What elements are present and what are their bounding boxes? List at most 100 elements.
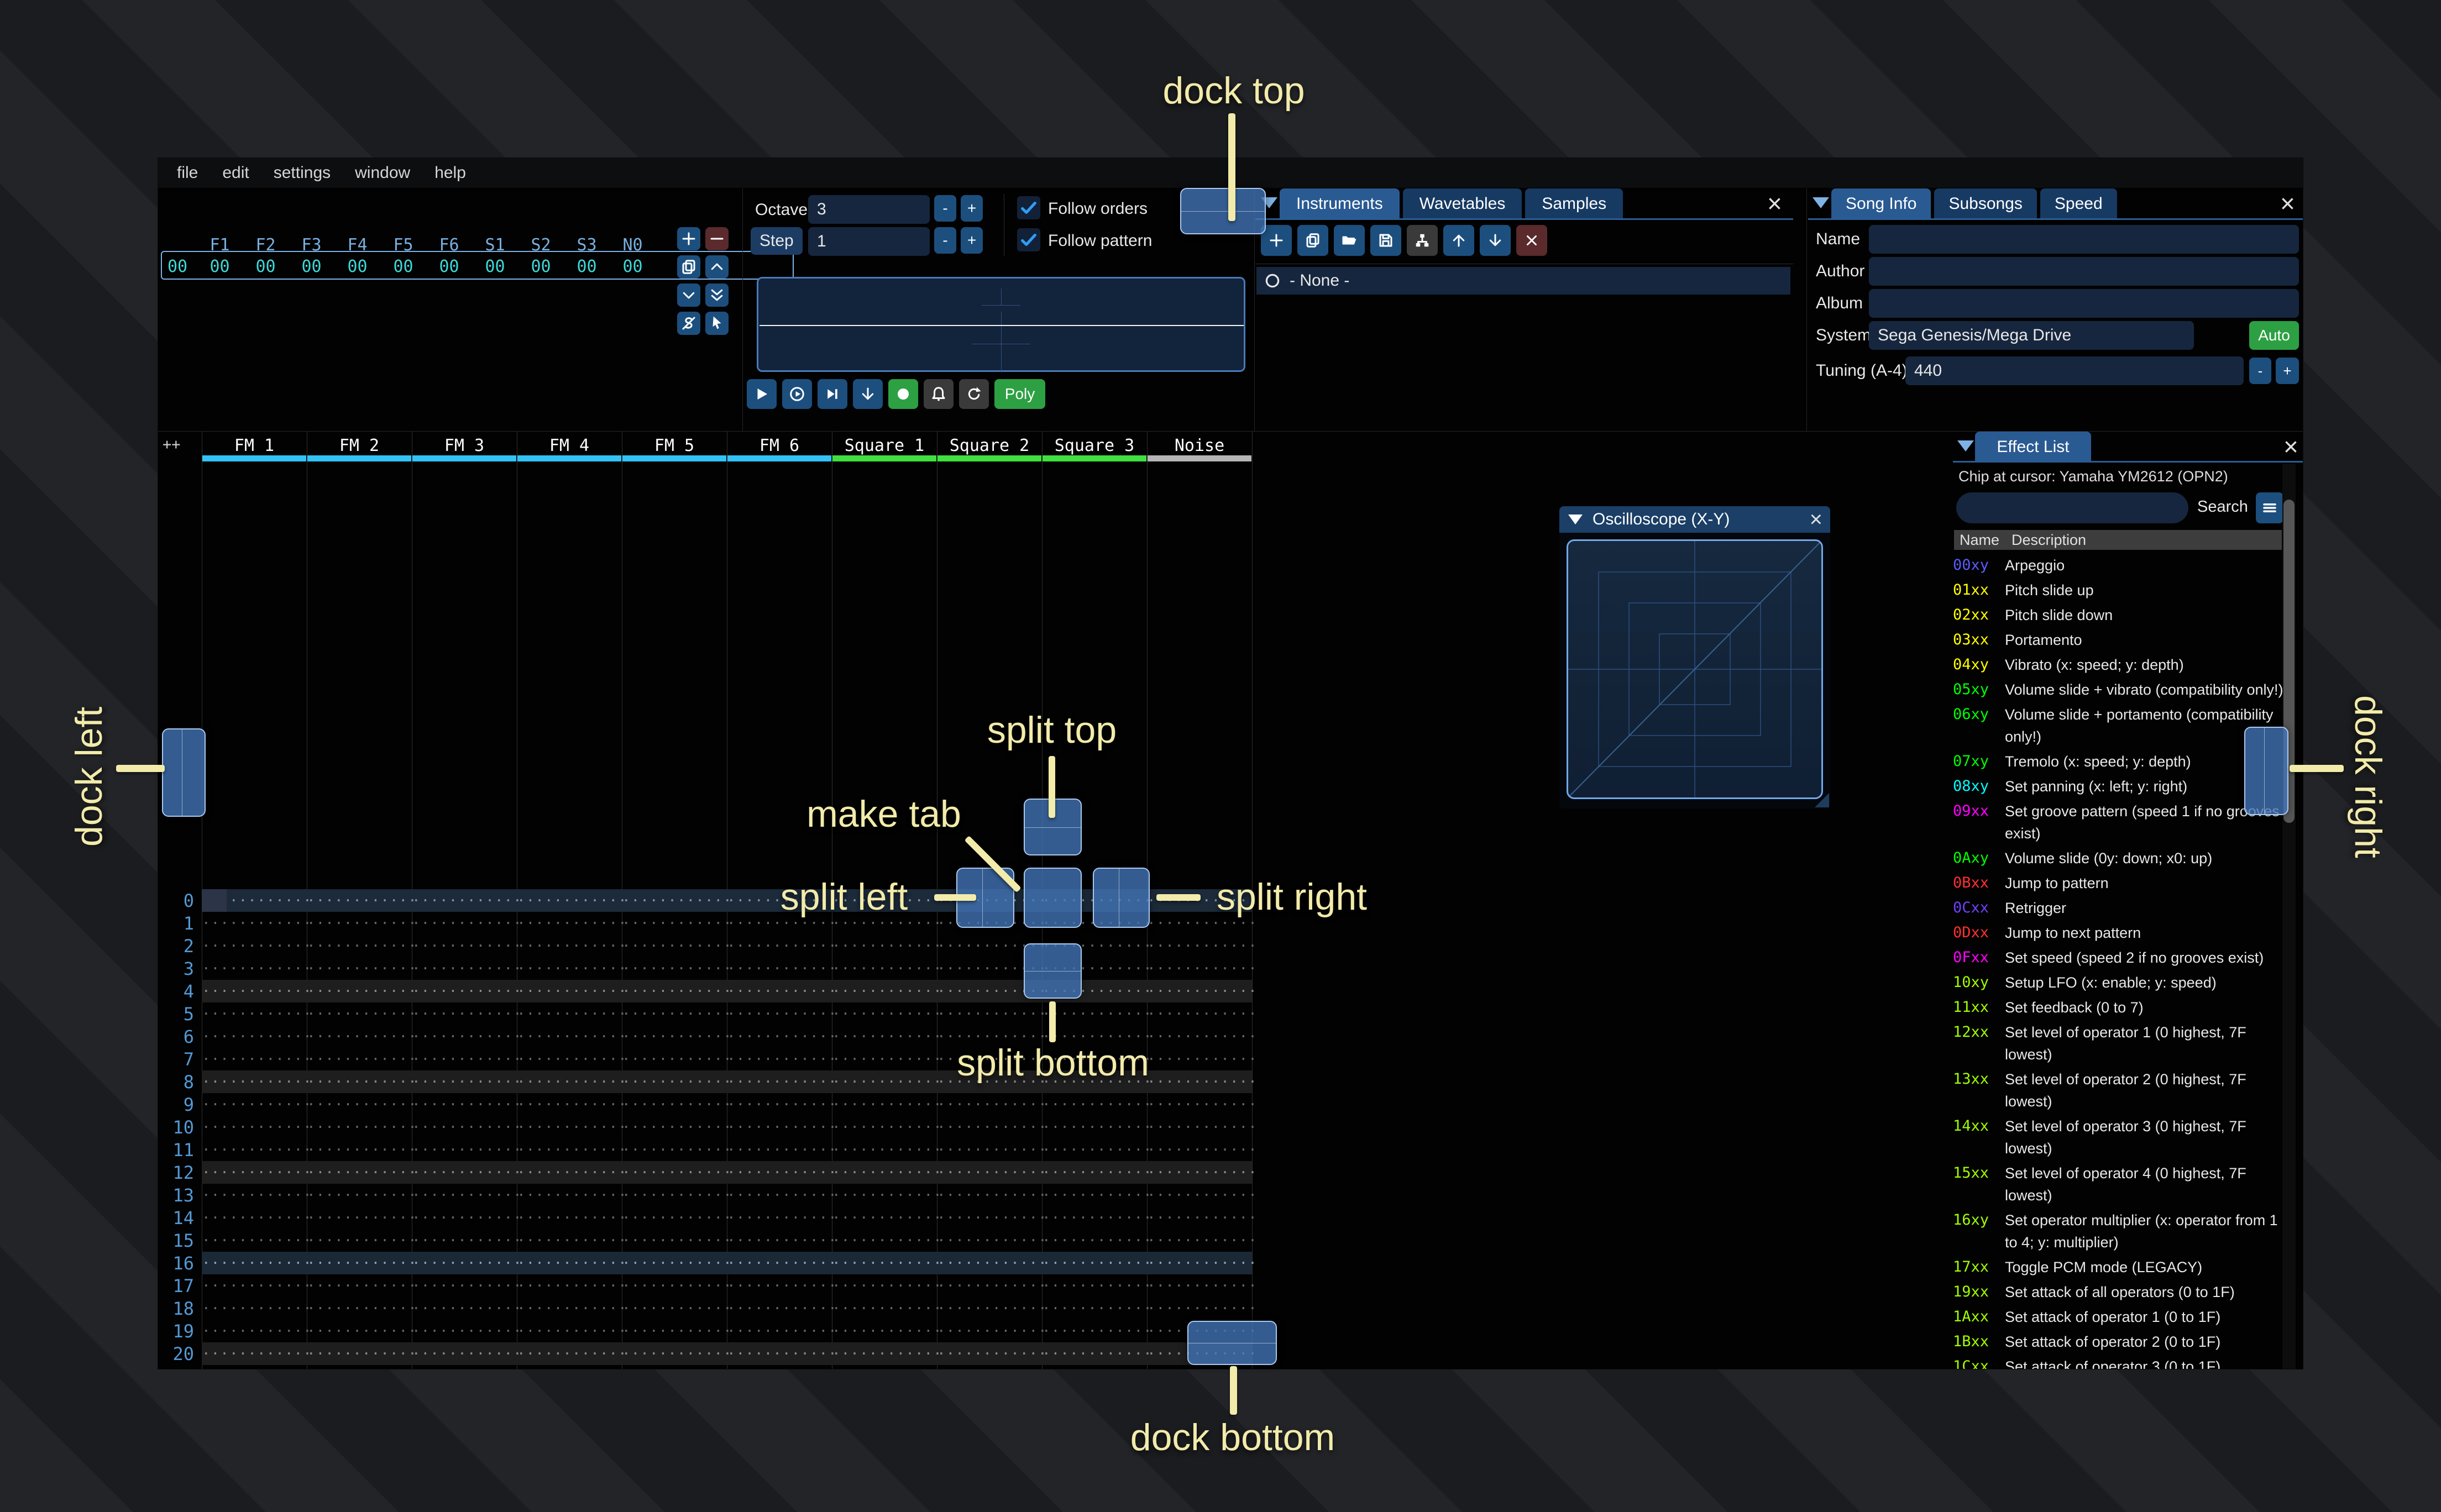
- octave-decrement-button[interactable]: -: [934, 195, 956, 222]
- effect-row-16xy[interactable]: 16xy Set operator multiplier (x: operator…: [1953, 1209, 2285, 1253]
- channel-header-fm-2[interactable]: FM 2: [307, 436, 412, 455]
- poly-button[interactable]: Poly: [994, 379, 1045, 409]
- pattern-row-3[interactable]: 3 ············ ············ ············ ···…: [158, 957, 1257, 980]
- pattern-row-1[interactable]: 1 ············ ············ ············ ···…: [158, 912, 1257, 935]
- bell-button[interactable]: [924, 379, 954, 409]
- oscilloscope-close-icon[interactable]: ×: [1810, 508, 1822, 531]
- tab-song-info[interactable]: Song Info: [1831, 188, 1931, 219]
- pattern-row-20[interactable]: 20 ············ ············ ············ ··…: [158, 1342, 1257, 1365]
- pattern-row-4[interactable]: 4 ············ ············ ············ ···…: [158, 980, 1257, 1002]
- chevron-down-icon[interactable]: [1568, 514, 1583, 524]
- effect-row-05xy[interactable]: 05xy Volume slide + vibrato (compatibilit…: [1953, 679, 2285, 701]
- menu-edit[interactable]: edit: [210, 164, 261, 182]
- tab-speed[interactable]: Speed: [2040, 188, 2117, 219]
- effect-row-19xx[interactable]: 19xx Set attack of all operators (0 to 1F…: [1953, 1281, 2285, 1303]
- channel-header-noise[interactable]: Noise: [1147, 436, 1252, 455]
- effect-table-header[interactable]: Name Description: [1954, 530, 2282, 550]
- menu-window[interactable]: window: [343, 164, 422, 182]
- instrument-list-item[interactable]: - None -: [1256, 267, 1790, 295]
- make-tab-target[interactable]: [1024, 868, 1082, 928]
- pattern-row-15[interactable]: 15 ············ ············ ············ ··…: [158, 1229, 1256, 1252]
- instruments-close-icon[interactable]: ×: [1767, 191, 1782, 216]
- channel-header-fm-1[interactable]: FM 1: [202, 436, 307, 455]
- chevron-up-button[interactable]: [705, 255, 729, 279]
- folder-open-button[interactable]: [1334, 225, 1365, 256]
- step-forward-button[interactable]: [818, 379, 847, 409]
- channel-header-fm-5[interactable]: FM 5: [622, 436, 727, 455]
- input-system[interactable]: Sega Genesis/Mega Drive: [1869, 321, 2194, 350]
- sitemap-button[interactable]: [1407, 225, 1438, 256]
- tab-effect-list[interactable]: Effect List: [1975, 432, 2091, 463]
- link-break-button[interactable]: [677, 312, 700, 335]
- repeat-button[interactable]: [959, 379, 989, 409]
- effect-row-06xy[interactable]: 06xy Volume slide + portamento (compatibi…: [1953, 704, 2285, 748]
- pattern-row-0[interactable]: 0 ············ ············ ············ ···…: [158, 889, 1257, 912]
- split-right-target[interactable]: [1093, 868, 1150, 928]
- tab-wavetables[interactable]: Wavetables: [1402, 188, 1522, 219]
- auto-system-button[interactable]: Auto: [2249, 321, 2299, 350]
- arrow-down-button[interactable]: [1480, 225, 1511, 256]
- pattern-row-18[interactable]: 18 ············ ············ ············ ··…: [158, 1297, 1256, 1320]
- input-album[interactable]: [1869, 289, 2299, 318]
- pattern-row-13[interactable]: 13 ············ ············ ············ ··…: [158, 1184, 1256, 1206]
- orders-value-1[interactable]: 00: [243, 257, 289, 276]
- effect-row-14xx[interactable]: 14xx Set level of operator 3 (0 highest, …: [1953, 1115, 2285, 1159]
- pattern-row-21[interactable]: 21······································…: [158, 1365, 1256, 1369]
- pattern-row-12[interactable]: 12 ············ ············ ············ ··…: [158, 1161, 1257, 1184]
- effect-row-15xx[interactable]: 15xx Set level of operator 4 (0 highest, …: [1953, 1162, 2285, 1206]
- step-increment-button[interactable]: +: [961, 227, 983, 254]
- copy-button[interactable]: [677, 255, 700, 279]
- effect-row-13xx[interactable]: 13xx Set level of operator 2 (0 highest, …: [1953, 1068, 2285, 1112]
- effect-row-0Axy[interactable]: 0Axy Volume slide (0y: down; x0: up): [1953, 847, 2285, 869]
- effect-row-0Cxx[interactable]: 0Cxx Retrigger: [1953, 897, 2285, 919]
- tuning-decrement-button[interactable]: -: [2249, 358, 2271, 384]
- tab-instruments[interactable]: Instruments: [1280, 188, 1400, 219]
- cursor-button[interactable]: [705, 312, 729, 335]
- effect-row-10xy[interactable]: 10xy Setup LFO (x: enable; y: speed): [1953, 972, 2285, 994]
- menu-settings[interactable]: settings: [261, 164, 343, 182]
- orders-row[interactable]: 00 00 00 00 00 00 00 00 00 00 00: [158, 254, 656, 279]
- channel-header-square-1[interactable]: Square 1: [832, 436, 937, 455]
- oscilloscope-window[interactable]: Oscilloscope (X-Y) ×: [1559, 506, 1830, 809]
- pattern-view[interactable]: ++ FM 1 FM 2 FM 3 FM 4 FM 5 FM 6 Square 1 Squar…: [158, 432, 1257, 1369]
- save-button[interactable]: [1370, 225, 1401, 256]
- record-button[interactable]: [888, 379, 918, 409]
- effect-sort-button[interactable]: [2256, 492, 2283, 523]
- menu-help[interactable]: help: [422, 164, 478, 182]
- follow-orders-checkbox[interactable]: [1017, 196, 1040, 219]
- dock-bottom-target[interactable]: [1187, 1321, 1277, 1365]
- effect-row-12xx[interactable]: 12xx Set level of operator 1 (0 highest, …: [1953, 1021, 2285, 1065]
- channel-header-fm-3[interactable]: FM 3: [412, 436, 517, 455]
- effect-row-0Fxx[interactable]: 0Fxx Set speed (speed 2 if no grooves exi…: [1953, 947, 2285, 969]
- play-button[interactable]: [747, 379, 777, 409]
- pattern-row-5[interactable]: 5 ············ ············ ············ ···…: [158, 1002, 1257, 1025]
- arrow-down-button[interactable]: [853, 379, 883, 409]
- effect-row-03xx[interactable]: 03xx Portamento: [1953, 629, 2285, 651]
- pattern-row-9[interactable]: 9 ············ ············ ············ ···…: [158, 1093, 1257, 1116]
- scrollbar[interactable]: [2282, 464, 2296, 1369]
- pattern-row-19[interactable]: 19 ············ ············ ············ ··…: [158, 1320, 1256, 1342]
- orders-value-2[interactable]: 00: [289, 257, 334, 276]
- orders-value-0[interactable]: 00: [197, 257, 243, 276]
- octave-increment-button[interactable]: +: [961, 195, 983, 222]
- input-author[interactable]: [1869, 257, 2299, 286]
- orders-value-8[interactable]: 00: [564, 257, 610, 276]
- effect-row-17xx[interactable]: 17xx Toggle PCM mode (LEGACY): [1953, 1256, 2285, 1278]
- chevron-down-icon[interactable]: [1957, 440, 1974, 452]
- orders-value-4[interactable]: 00: [380, 257, 426, 276]
- step-input[interactable]: 1: [808, 227, 930, 256]
- delete-button[interactable]: [1516, 225, 1547, 256]
- effect-row-1Axx[interactable]: 1Axx Set attack of operator 1 (0 to 1F): [1953, 1306, 2285, 1328]
- menu-file[interactable]: file: [165, 164, 210, 182]
- channel-header-square-3[interactable]: Square 3: [1042, 436, 1147, 455]
- pattern-row-2[interactable]: 2 ············ ············ ············ ···…: [158, 935, 1257, 957]
- dock-right-target[interactable]: [2244, 727, 2288, 815]
- orders-value-9[interactable]: 00: [610, 257, 656, 276]
- song-info-close-icon[interactable]: ×: [2280, 191, 2295, 216]
- input-name[interactable]: [1869, 225, 2299, 254]
- channel-header-fm-4[interactable]: FM 4: [517, 436, 622, 455]
- effect-list-close-icon[interactable]: ×: [2283, 434, 2298, 459]
- effect-row-0Dxx[interactable]: 0Dxx Jump to next pattern: [1953, 922, 2285, 944]
- chevron-down-icon[interactable]: [1813, 197, 1829, 208]
- dock-left-target[interactable]: [162, 728, 206, 817]
